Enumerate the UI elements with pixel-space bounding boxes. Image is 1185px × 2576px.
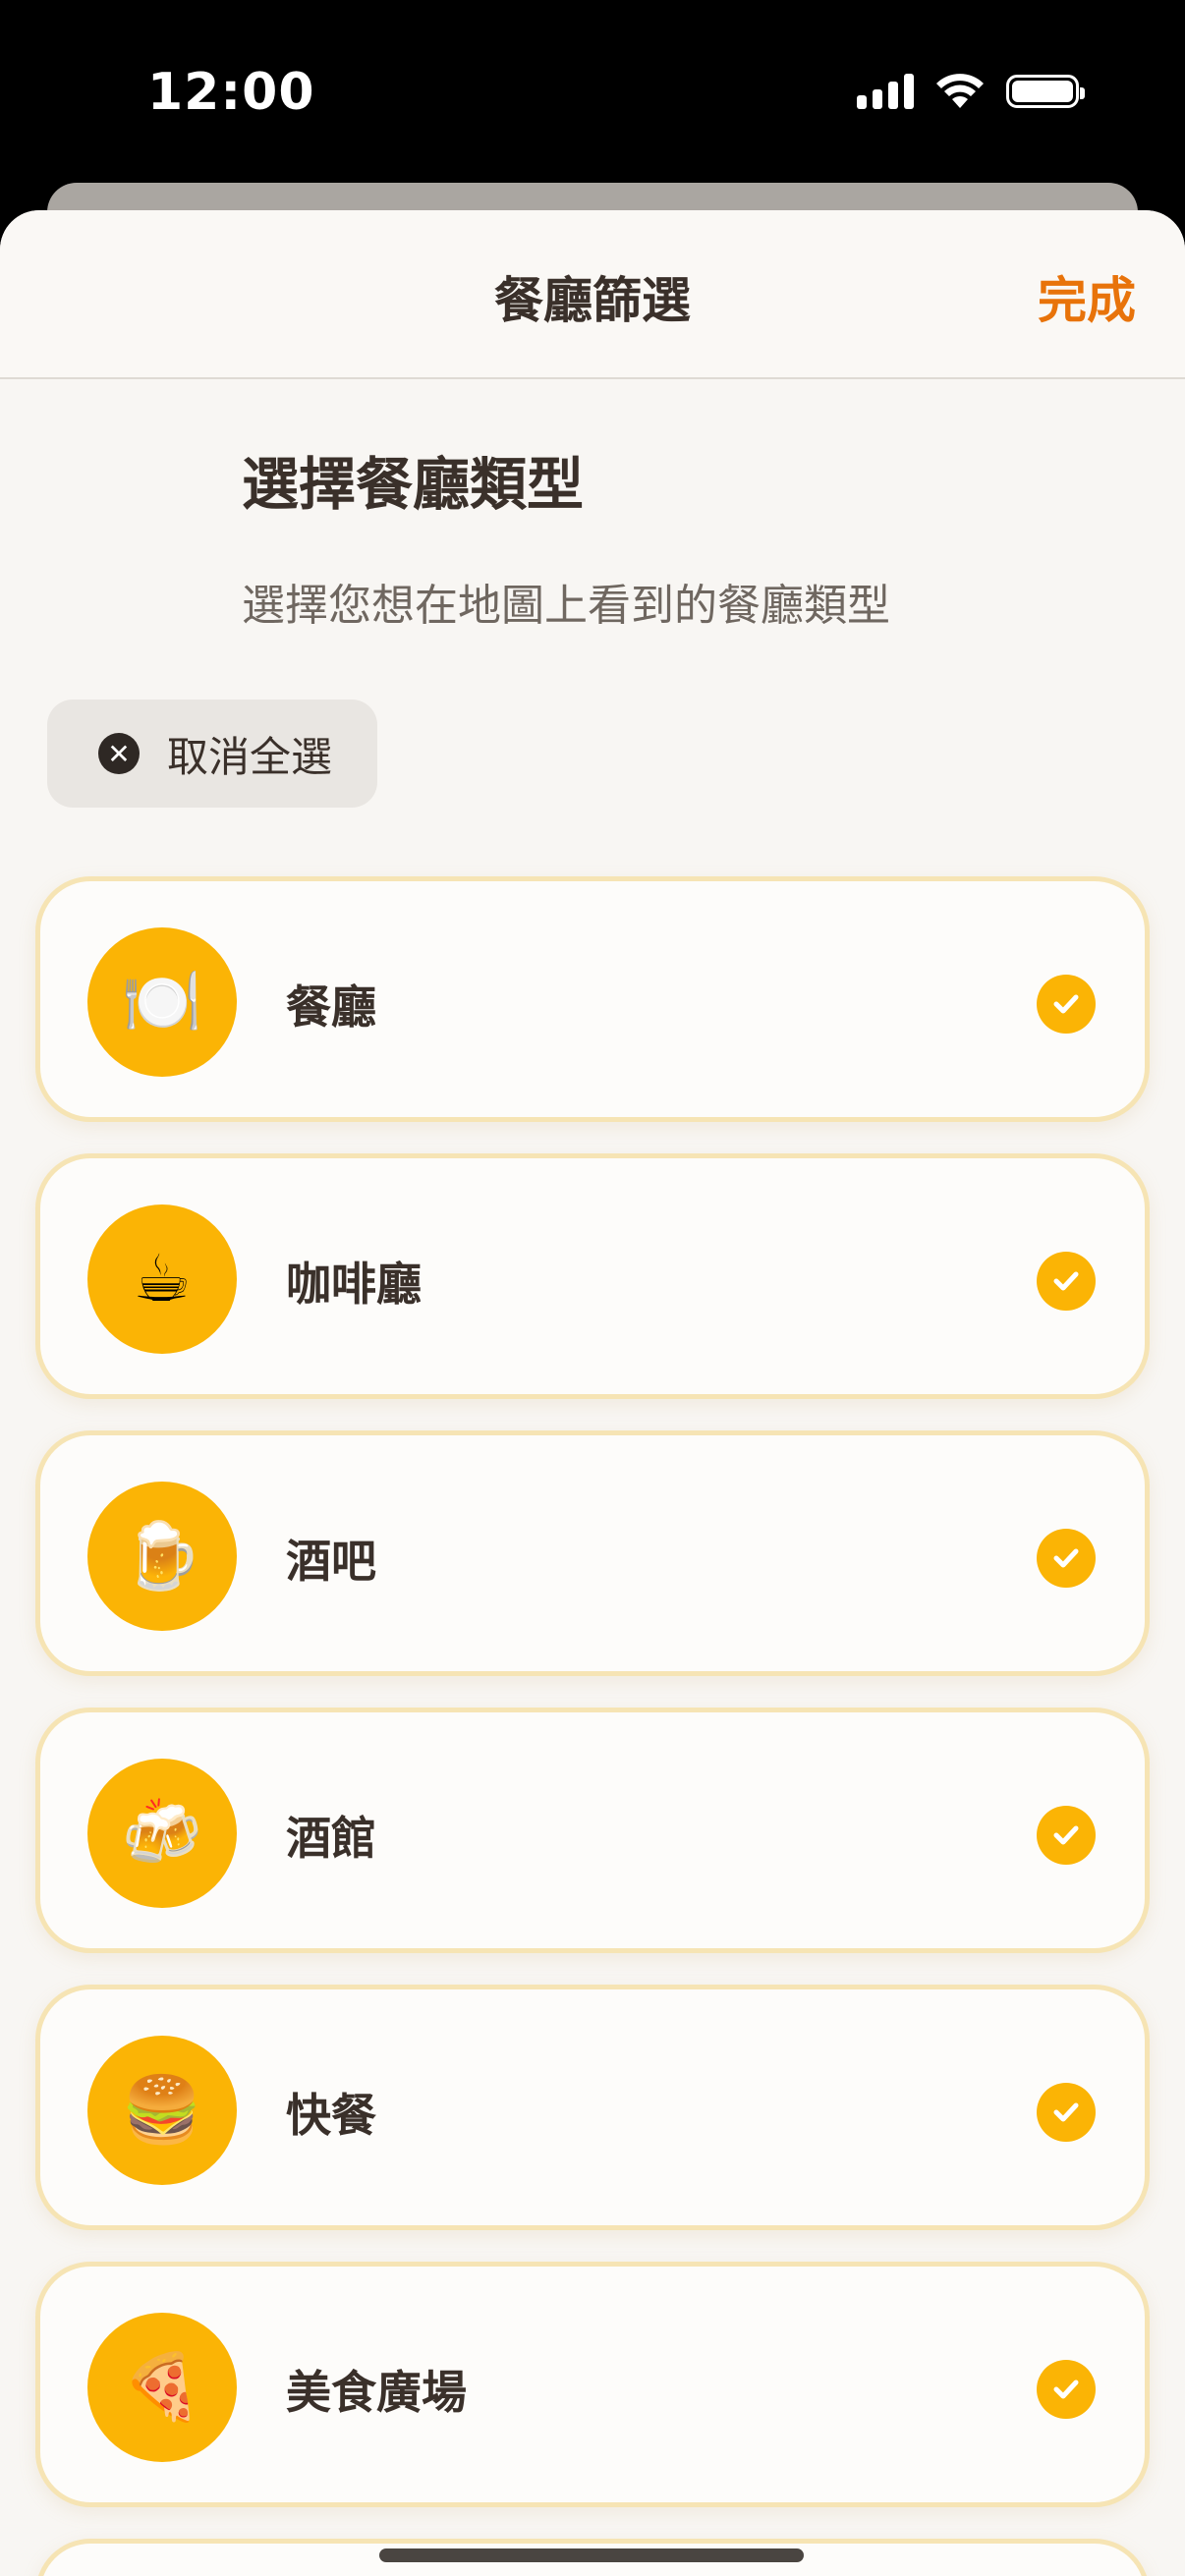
checkmark-icon: [1037, 1252, 1096, 1311]
deselect-all-label: 取消全選: [167, 732, 333, 781]
checkmark-icon: [1037, 975, 1096, 1034]
category-card-fast-food[interactable]: 🍔 快餐: [35, 1985, 1150, 2230]
plate-cutlery-icon: 🍽️: [87, 927, 237, 1077]
category-label: 酒館: [286, 1812, 376, 1865]
checkmark-icon: [1037, 1529, 1096, 1588]
category-label: 快餐: [286, 2089, 376, 2142]
status-bar: 12:00: [0, 0, 1185, 187]
category-label: 餐廳: [286, 980, 376, 1034]
nav-title: 餐廳篩選: [494, 272, 691, 329]
section-subtitle: 選擇您想在地圖上看到的餐廳類型: [242, 581, 890, 631]
screen: 12:00 餐廳篩選 完成 選擇餐廳類型 選擇您想在地圖上看到的餐廳類型 ✕ 取…: [0, 0, 1185, 2576]
checkmark-icon: [1037, 2360, 1096, 2419]
category-card-bar[interactable]: 🍺 酒吧: [35, 1430, 1150, 1676]
category-label: 咖啡廳: [286, 1258, 422, 1311]
cellular-signal-icon: [857, 74, 914, 109]
home-indicator[interactable]: [379, 2548, 804, 2562]
wifi-icon: [936, 74, 984, 108]
status-time: 12:00: [147, 63, 315, 122]
category-card-cafe[interactable]: ☕ 咖啡廳: [35, 1153, 1150, 1399]
status-icons: [857, 73, 1085, 110]
beer-mug-icon: 🍺: [87, 1482, 237, 1631]
filter-sheet: 餐廳篩選 完成 選擇餐廳類型 選擇您想在地圖上看到的餐廳類型 ✕ 取消全選 🍽️…: [0, 210, 1185, 2576]
category-label: 美食廣場: [286, 2366, 467, 2419]
done-button[interactable]: 完成: [1038, 261, 1136, 332]
pizza-icon: 🍕: [87, 2313, 237, 2462]
coffee-cup-icon: ☕: [87, 1204, 237, 1354]
category-card-restaurant[interactable]: 🍽️ 餐廳: [35, 876, 1150, 1122]
battery-icon: [1006, 75, 1085, 108]
category-list: 🍽️ 餐廳 ☕ 咖啡廳 🍺 酒吧 🍻 酒館 🍔 快餐 🍕 美食廣場: [35, 876, 1150, 2576]
category-card-food-court[interactable]: 🍕 美食廣場: [35, 2262, 1150, 2507]
x-circle-icon: ✕: [98, 733, 140, 774]
deselect-all-button[interactable]: ✕ 取消全選: [47, 700, 377, 808]
nav-bar: 餐廳篩選 完成: [0, 210, 1185, 379]
section-title: 選擇餐廳類型: [242, 451, 585, 518]
clinking-beers-icon: 🍻: [87, 1759, 237, 1908]
category-label: 酒吧: [286, 1535, 376, 1588]
checkmark-icon: [1037, 1806, 1096, 1865]
burger-icon: 🍔: [87, 2036, 237, 2185]
checkmark-icon: [1037, 2083, 1096, 2142]
category-card-pub[interactable]: 🍻 酒館: [35, 1708, 1150, 1953]
